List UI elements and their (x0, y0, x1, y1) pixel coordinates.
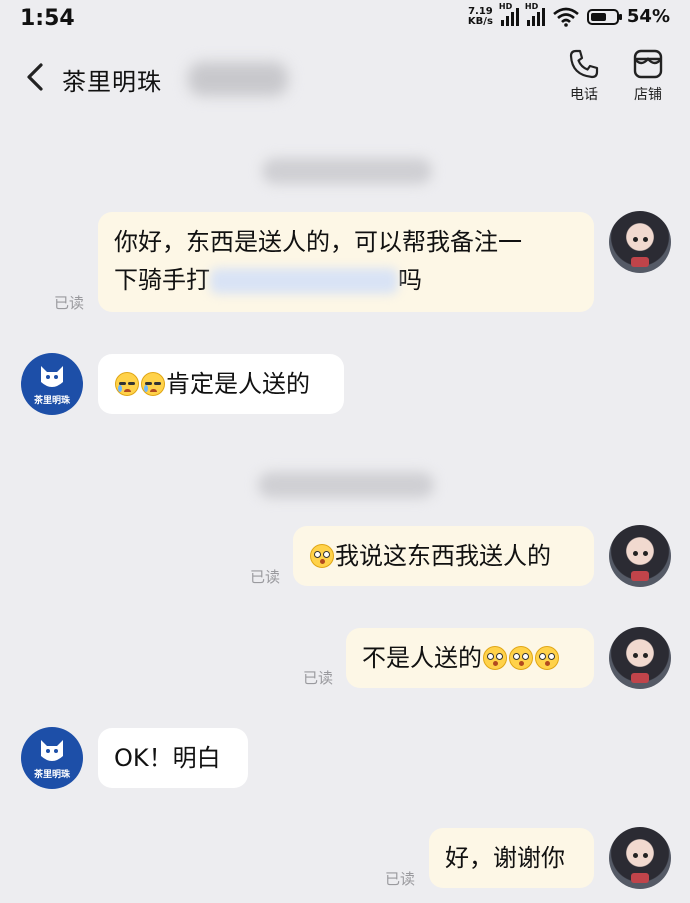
message-text: 不是人送的 (362, 644, 482, 672)
network-speed-value: 7.19 (468, 5, 493, 17)
message-text: 肯定是人送的 (166, 370, 310, 398)
network-speed-unit: KB/s (467, 15, 493, 27)
read-receipt: 已读 (303, 669, 334, 687)
phone-icon (569, 49, 599, 79)
timestamp-redacted (258, 472, 434, 498)
shop-avatar-text: 茶里明珠 (33, 770, 70, 780)
timestamp-redacted (262, 158, 432, 184)
shop-avatar[interactable]: 茶里明珠 (21, 727, 83, 789)
sad-tear-emoji-icon (141, 372, 165, 396)
cat-logo-icon (41, 366, 63, 387)
read-receipt: 已读 (250, 568, 281, 586)
signal-hd-label: HD (524, 1, 539, 11)
redacted-phone (210, 268, 398, 294)
chat-title: 茶里明珠 (62, 68, 162, 96)
battery-percent: 54% (626, 6, 670, 27)
status-bar: 1:54 7.19 KB/s HD HD 54% (0, 0, 690, 42)
message-text: 好，谢谢你 (445, 844, 565, 872)
sad-tear-emoji-icon (115, 372, 139, 396)
message-bubble-outgoing[interactable]: 我说这东西我送人的 (293, 526, 594, 586)
message-text-part: 下骑手打 (114, 266, 210, 294)
user-avatar[interactable] (609, 627, 671, 689)
status-icons: 7.19 KB/s HD HD 54% (467, 2, 670, 28)
user-avatar[interactable] (609, 827, 671, 889)
user-avatar[interactable] (609, 211, 671, 273)
signal-icon: HD (499, 2, 519, 26)
status-time: 1:54 (20, 6, 75, 31)
message-text: OK！明白 (114, 744, 221, 772)
back-arrow-icon[interactable] (22, 62, 48, 92)
user-avatar[interactable] (609, 525, 671, 587)
read-receipt: 已读 (54, 294, 85, 312)
flushed-emoji-icon (483, 646, 507, 670)
call-button[interactable]: 电话 (554, 48, 614, 104)
message-text: 我说这东西我送人的 (335, 542, 551, 570)
signal-hd-label: HD (498, 1, 513, 11)
shop-avatar[interactable]: 茶里明珠 (21, 353, 83, 415)
chat-header: 茶里明珠 电话 店铺 (0, 42, 690, 114)
flushed-emoji-icon (509, 646, 533, 670)
redacted-name (188, 62, 288, 96)
store-button[interactable]: 店铺 (618, 48, 678, 104)
store-label: 店铺 (634, 87, 662, 103)
store-icon (633, 49, 663, 79)
flushed-emoji-icon (310, 544, 334, 568)
flushed-emoji-icon (535, 646, 559, 670)
message-text-part: 吗 (398, 266, 422, 294)
call-label: 电话 (570, 87, 598, 103)
message-bubble-outgoing[interactable]: 不是人送的 (346, 628, 594, 688)
message-bubble-outgoing[interactable]: 你好，东西是送人的，可以帮我备注一 下骑手打 吗 (98, 212, 594, 312)
signal-icon: HD (525, 2, 545, 26)
message-bubble-incoming[interactable]: 肯定是人送的 (98, 354, 344, 414)
wifi-icon (553, 7, 579, 27)
shop-avatar-text: 茶里明珠 (33, 396, 70, 406)
cat-logo-icon (41, 740, 63, 761)
network-speed: 7.19 KB/s (467, 5, 493, 27)
message-bubble-outgoing[interactable]: 好，谢谢你 (429, 828, 594, 888)
battery-icon (586, 8, 622, 25)
read-receipt: 已读 (385, 870, 416, 888)
message-text-line2: 下骑手打 吗 (114, 261, 578, 299)
message-bubble-incoming[interactable]: OK！明白 (98, 728, 248, 788)
message-text: 你好，东西是送人的，可以帮我备注一 (114, 228, 522, 256)
